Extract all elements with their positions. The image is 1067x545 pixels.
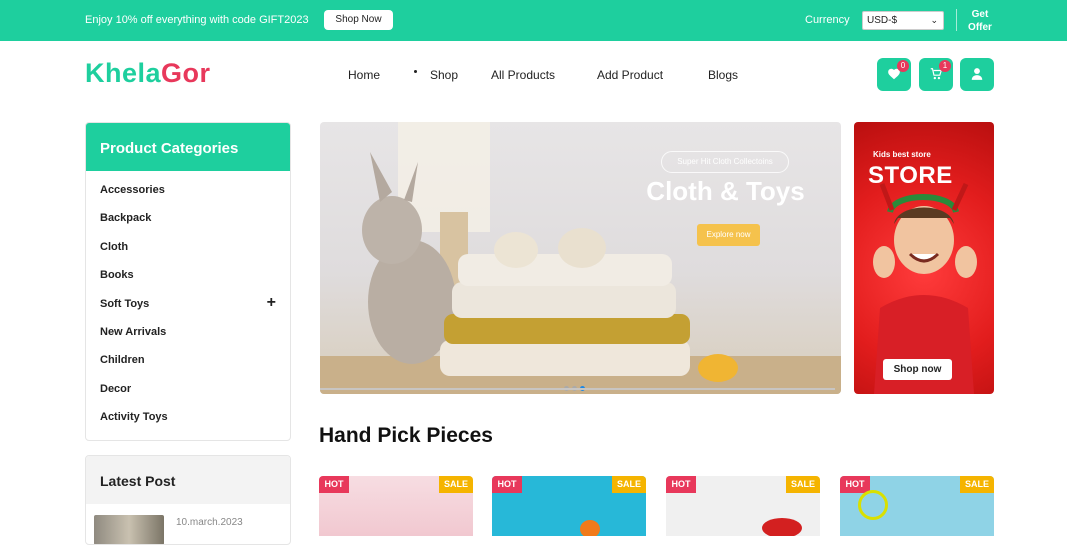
currency-label: Currency bbox=[805, 14, 850, 26]
hero-title: Cloth & Toys bbox=[646, 176, 805, 206]
wishlist-button[interactable]: 0 bbox=[877, 58, 911, 91]
cart-button[interactable]: 1 bbox=[919, 58, 953, 91]
latest-post-title: Latest Post bbox=[86, 456, 290, 504]
sale-badge: SALE bbox=[960, 476, 994, 493]
category-item[interactable]: Cloth bbox=[86, 233, 290, 261]
latest-post-panel: Latest Post 10.march.2023 bbox=[85, 455, 291, 545]
section-title: Hand Pick Pieces bbox=[319, 424, 493, 447]
category-item[interactable]: Decor bbox=[86, 375, 290, 403]
expand-plus-icon[interactable]: + bbox=[267, 294, 276, 312]
site-logo[interactable]: KhelaGor bbox=[85, 58, 211, 89]
product-card[interactable]: HOT SALE bbox=[840, 476, 994, 536]
hot-badge: HOT bbox=[840, 476, 870, 493]
get-offer-line2: Offer bbox=[968, 22, 992, 33]
racket-image bbox=[858, 490, 888, 520]
toy-image bbox=[580, 520, 600, 536]
hot-badge: HOT bbox=[492, 476, 522, 493]
post-thumbnail[interactable] bbox=[94, 515, 164, 544]
cart-count-badge: 1 bbox=[939, 60, 951, 72]
carousel-track bbox=[320, 388, 835, 390]
get-offer-link[interactable]: Get Offer bbox=[962, 8, 998, 34]
nav-shop[interactable]: Shop bbox=[430, 68, 458, 82]
nav-all-products[interactable]: All Products bbox=[491, 68, 555, 82]
currency-value: USD-$ bbox=[867, 15, 898, 26]
product-card[interactable]: HOT SALE bbox=[492, 476, 646, 536]
explore-now-button[interactable]: Explore now bbox=[697, 224, 760, 246]
category-item[interactable]: Accessories bbox=[86, 176, 290, 204]
category-item[interactable]: Activity Toys bbox=[86, 403, 290, 431]
hot-badge: HOT bbox=[666, 476, 696, 493]
nav-add-product[interactable]: Add Product bbox=[597, 68, 663, 82]
category-label: New Arrivals bbox=[100, 325, 167, 338]
get-offer-line1: Get bbox=[971, 9, 989, 20]
category-label: Books bbox=[100, 269, 134, 282]
product-card[interactable]: HOT SALE bbox=[666, 476, 820, 536]
nav-blogs[interactable]: Blogs bbox=[708, 68, 738, 82]
category-label: Decor bbox=[100, 382, 132, 395]
kid-photo bbox=[873, 182, 977, 394]
wishlist-count-badge: 0 bbox=[897, 60, 909, 72]
product-card[interactable]: HOT SALE bbox=[319, 476, 473, 536]
chevron-down-icon: ⌄ bbox=[930, 15, 938, 25]
account-button[interactable] bbox=[960, 58, 994, 91]
category-label: Accessories bbox=[100, 184, 165, 196]
nav-home[interactable]: Home bbox=[348, 68, 380, 82]
promo-bar: Enjoy 10% off everything with code GIFT2… bbox=[0, 0, 1067, 41]
currency-select[interactable]: USD-$ ⌄ bbox=[862, 11, 944, 30]
category-label: Activity Toys bbox=[100, 411, 168, 424]
hero-banner: Super Hit Cloth Collectoins Cloth & Toys… bbox=[320, 122, 841, 394]
category-list: Accessories Backpack Cloth Books Soft To… bbox=[86, 171, 290, 432]
user-icon bbox=[971, 68, 983, 80]
logo-part-2: Gor bbox=[161, 58, 211, 88]
category-label: Children bbox=[100, 354, 145, 367]
category-item[interactable]: Books bbox=[86, 261, 290, 289]
hero-tagline: Super Hit Cloth Collectoins bbox=[661, 151, 789, 173]
categories-title: Product Categories bbox=[86, 123, 290, 171]
category-item[interactable]: New Arrivals bbox=[86, 318, 290, 346]
nav-bullet bbox=[414, 70, 417, 73]
shop-now-button[interactable]: Shop Now bbox=[324, 10, 393, 30]
divider bbox=[956, 9, 957, 31]
post-date: 10.march.2023 bbox=[176, 517, 243, 528]
category-item[interactable]: Soft Toys + bbox=[86, 290, 290, 318]
sale-badge: SALE bbox=[786, 476, 820, 493]
category-label: Backpack bbox=[100, 212, 152, 225]
logo-part-1: Khela bbox=[85, 58, 162, 88]
carousel-dots bbox=[564, 378, 588, 394]
category-item[interactable]: Children bbox=[86, 346, 290, 374]
category-label: Cloth bbox=[100, 240, 129, 253]
product-categories-panel: Product Categories Accessories Backpack … bbox=[85, 122, 291, 441]
toy-image bbox=[762, 518, 802, 536]
hot-badge: HOT bbox=[319, 476, 349, 493]
sale-badge: SALE bbox=[439, 476, 473, 493]
side-banner: Kids best store STORE Shop now bbox=[854, 122, 994, 394]
sale-badge: SALE bbox=[612, 476, 646, 493]
category-item[interactable]: Backpack bbox=[86, 204, 290, 232]
category-label: Soft Toys bbox=[100, 297, 150, 310]
promo-text: Enjoy 10% off everything with code GIFT2… bbox=[85, 14, 309, 26]
side-shop-now-button[interactable]: Shop now bbox=[883, 359, 952, 380]
